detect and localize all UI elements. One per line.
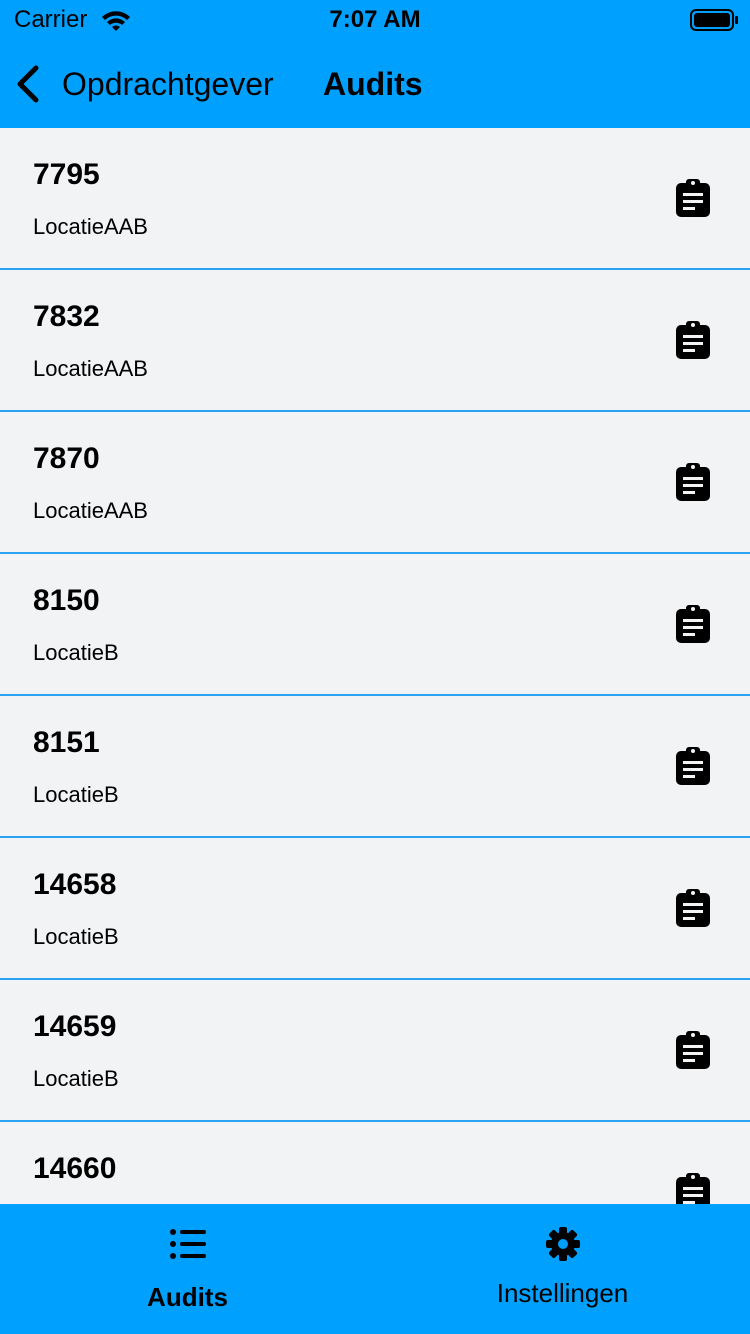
list-item[interactable]: 14658 LocatieB (0, 838, 750, 980)
audit-id: 14660 (33, 1152, 117, 1185)
gear-icon (543, 1226, 583, 1262)
clipboard-icon[interactable] (674, 178, 712, 218)
tab-audits-label: Audits (147, 1282, 228, 1312)
audit-id: 14658 (33, 868, 117, 901)
audit-id: 7795 (33, 158, 100, 191)
audit-id: 7832 (33, 300, 100, 333)
tab-instellingen[interactable]: Instellingen (375, 1204, 750, 1334)
audit-location: LocatieAAB (33, 356, 148, 381)
clipboard-icon[interactable] (674, 320, 712, 360)
chevron-left-icon (17, 65, 39, 103)
clipboard-icon[interactable] (674, 462, 712, 502)
tab-bar: Audits Instellingen (0, 1204, 750, 1334)
audits-list: 7795 LocatieAAB 7832 LocatieAAB 7870 Loc… (0, 128, 750, 1204)
clipboard-icon[interactable] (674, 888, 712, 928)
audit-location: LocatieB (33, 782, 119, 807)
audit-location: LocatieB (33, 1066, 119, 1091)
audit-location: LocatieB (33, 640, 119, 665)
list-item[interactable]: 7832 LocatieAAB (0, 270, 750, 412)
list-item[interactable]: 7795 LocatieAAB (0, 128, 750, 270)
navigation-bar: Opdrachtgever Audits (0, 40, 750, 128)
list-item[interactable]: 7870 LocatieAAB (0, 412, 750, 554)
list-icon (168, 1226, 208, 1262)
audit-id: 8150 (33, 584, 100, 617)
clipboard-icon[interactable] (674, 1172, 712, 1204)
audit-id: 8151 (33, 726, 100, 759)
app-screen: Carrier 7:07 AM Opdrachtgever Audits 779… (0, 0, 750, 1334)
list-item[interactable]: 14659 LocatieB (0, 980, 750, 1122)
tab-audits[interactable]: Audits (0, 1204, 375, 1334)
audit-location: LocatieAAB (33, 214, 148, 239)
back-button[interactable]: Opdrachtgever (14, 62, 274, 106)
tab-instellingen-label: Instellingen (496, 1278, 629, 1308)
audit-location: LocatieAAB (33, 498, 148, 523)
clipboard-icon[interactable] (674, 746, 712, 786)
page-title: Audits (323, 66, 423, 102)
header: Carrier 7:07 AM Opdrachtgever Audits (0, 0, 750, 128)
clipboard-icon[interactable] (674, 604, 712, 644)
audit-id: 7870 (33, 442, 100, 475)
status-bar: Carrier 7:07 AM (0, 0, 750, 40)
clipboard-icon[interactable] (674, 1030, 712, 1070)
audit-location: LocatieB (33, 924, 119, 949)
list-item[interactable]: 8150 LocatieB (0, 554, 750, 696)
list-item[interactable]: 14660 (0, 1122, 750, 1204)
back-button-label: Opdrachtgever (62, 65, 274, 102)
list-item[interactable]: 8151 LocatieB (0, 696, 750, 838)
audit-id: 14659 (33, 1010, 117, 1043)
battery-icon (690, 9, 738, 31)
status-time: 7:07 AM (329, 6, 421, 33)
